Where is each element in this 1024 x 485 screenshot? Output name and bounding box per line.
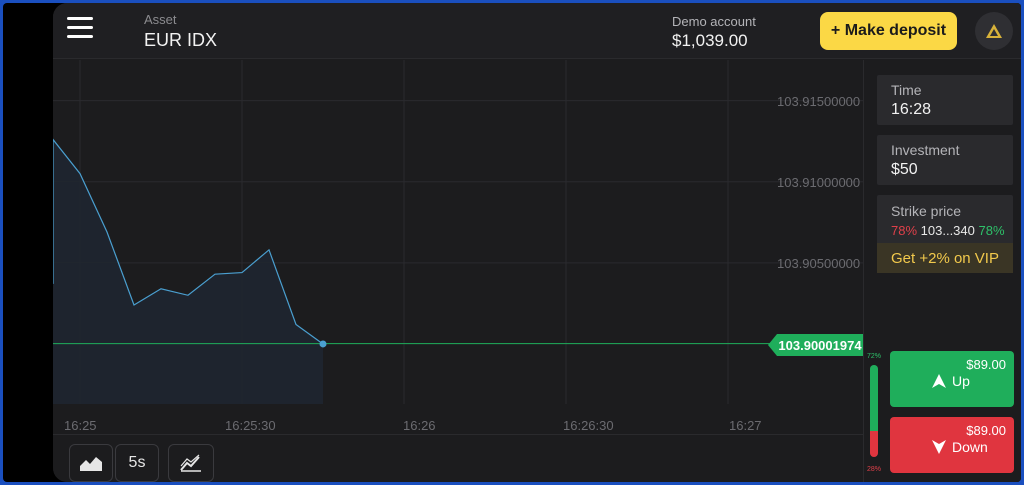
x-tick-label: 16:26:30: [563, 418, 614, 433]
investment-field[interactable]: Investment $50: [877, 135, 1013, 185]
sentiment-up-label: 72%: [867, 353, 882, 360]
up-payout: $89.00: [966, 357, 1006, 372]
price-chart-svg[interactable]: [53, 60, 863, 434]
top-bar: Asset EUR IDX Demo account $1,039.00 + M…: [53, 3, 1021, 59]
price-area-fill: [53, 139, 323, 404]
chart-type-button[interactable]: [69, 444, 113, 482]
time-field[interactable]: Time 16:28: [877, 75, 1013, 125]
arrow-up-icon: [932, 374, 946, 388]
sentiment-down-label: 28%: [867, 466, 882, 473]
profile-button[interactable]: [975, 12, 1013, 50]
indicators-button[interactable]: [168, 444, 214, 482]
time-label: Time: [891, 82, 922, 98]
timeframe-button[interactable]: 5s: [115, 444, 159, 482]
account-type-label[interactable]: Demo account: [672, 14, 756, 29]
vip-offer-button[interactable]: Get +2% on VIP: [877, 243, 1013, 273]
up-label: Up: [952, 373, 970, 389]
y-tick-label: 103.91500000: [777, 94, 861, 109]
sentiment-up-fill: [870, 365, 878, 432]
y-tick-label: 103.90500000: [777, 256, 861, 271]
asset-label: Asset: [144, 12, 177, 27]
strike-price-field[interactable]: Strike price 78% 103...340 78% Get +2% o…: [877, 195, 1013, 273]
price-chart[interactable]: 103.91500000 103.91000000 103.90500000 1…: [53, 60, 863, 434]
strike-price-row: 78% 103...340 78%: [891, 223, 1005, 238]
strike-up-percent: 78%: [978, 223, 1005, 238]
down-button-label-wrap: Down: [932, 439, 988, 455]
strike-price-value: 103...340: [920, 223, 975, 238]
trading-app: Asset EUR IDX Demo account $1,039.00 + M…: [53, 3, 1021, 482]
time-value: 16:28: [891, 101, 932, 118]
x-tick-label: 16:25: [64, 418, 97, 433]
triangle-logo-icon: [986, 24, 1002, 38]
x-tick-label: 16:27: [729, 418, 762, 433]
chart-toolbar: 5s: [53, 434, 863, 482]
current-price-tag: 103.90001974: [768, 334, 863, 356]
hamburger-menu-icon[interactable]: [67, 17, 93, 39]
down-label: Down: [952, 439, 988, 455]
up-button[interactable]: $89.00 Up: [890, 351, 1014, 407]
investment-value: $50: [891, 161, 918, 178]
device-frame: Asset EUR IDX Demo account $1,039.00 + M…: [3, 3, 1021, 482]
investment-label: Investment: [891, 142, 960, 158]
asset-selector[interactable]: EUR IDX: [144, 30, 217, 51]
indicators-chart-icon: [180, 454, 201, 472]
trader-sentiment-meter: [870, 365, 878, 457]
x-tick-label: 16:25:30: [225, 418, 276, 433]
down-button[interactable]: $89.00 Down: [890, 417, 1014, 473]
strike-price-label: Strike price: [891, 203, 962, 219]
area-chart-icon: [80, 457, 102, 471]
account-balance[interactable]: $1,039.00: [672, 31, 748, 51]
strike-down-percent: 78%: [891, 223, 918, 238]
y-tick-label: 103.91000000: [777, 175, 861, 190]
current-price-dot: [319, 340, 327, 348]
x-tick-label: 16:26: [403, 418, 436, 433]
sentiment-down-fill: [870, 431, 878, 457]
make-deposit-button[interactable]: + Make deposit: [820, 12, 957, 50]
up-button-label-wrap: Up: [932, 373, 970, 389]
trade-panel: Time 16:28 Investment $50 Strike price 7…: [863, 60, 1021, 482]
arrow-down-icon: [932, 440, 946, 454]
down-payout: $89.00: [966, 423, 1006, 438]
